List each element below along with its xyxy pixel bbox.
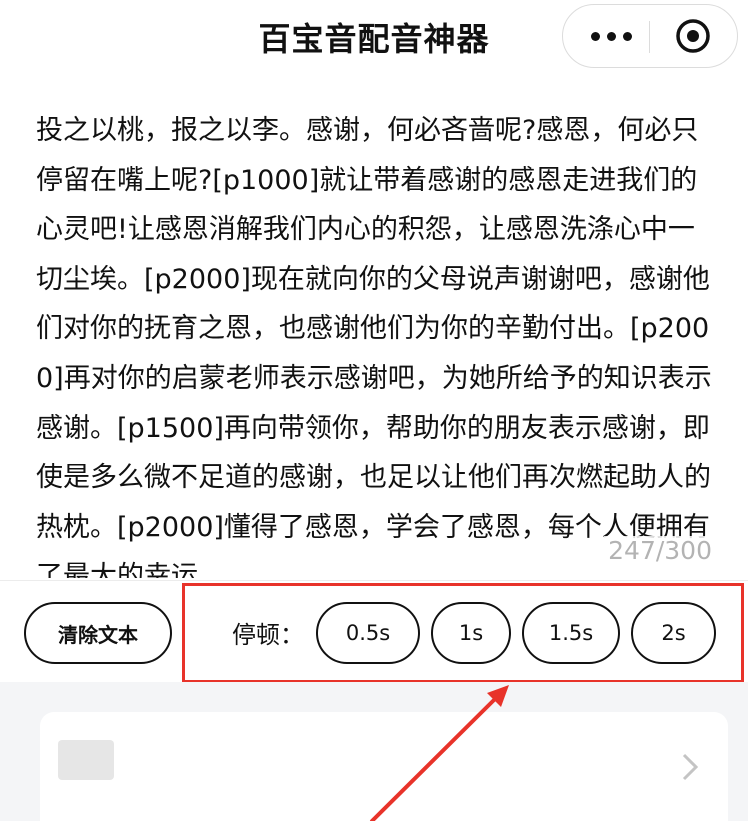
pause-1-5s-button[interactable]: 1.5s <box>522 602 620 664</box>
pause-2s-button[interactable]: 2s <box>631 602 716 664</box>
more-dots-icon[interactable] <box>581 5 651 67</box>
target-circle-icon[interactable] <box>675 18 711 54</box>
settings-card[interactable] <box>40 712 728 821</box>
mini-program-capsule <box>562 4 738 68</box>
pause-label: 停顿： <box>232 621 304 649</box>
script-text[interactable]: 投之以桃，报之以李。感谢，何必吝啬呢?感恩，何必只停留在嘴上呢?[p1000]就… <box>36 106 716 578</box>
capsule-divider <box>649 21 650 53</box>
settings-area <box>0 682 748 821</box>
pause-toolbar: 清除文本 停顿： 0.5s 1s 1.5s 2s <box>0 580 748 683</box>
chevron-right-icon <box>678 752 702 782</box>
character-counter: 247/300 <box>604 536 712 565</box>
clear-text-button[interactable]: 清除文本 <box>24 602 172 664</box>
pause-1s-button[interactable]: 1s <box>431 602 511 664</box>
pause-0-5s-button[interactable]: 0.5s <box>316 602 420 664</box>
text-editor[interactable]: 投之以桃，报之以李。感谢，何必吝啬呢?感恩，何必只停留在嘴上呢?[p1000]就… <box>0 78 748 578</box>
navigation-bar: 百宝音配音神器 <box>0 0 748 76</box>
blurred-thumbnail <box>58 740 114 780</box>
